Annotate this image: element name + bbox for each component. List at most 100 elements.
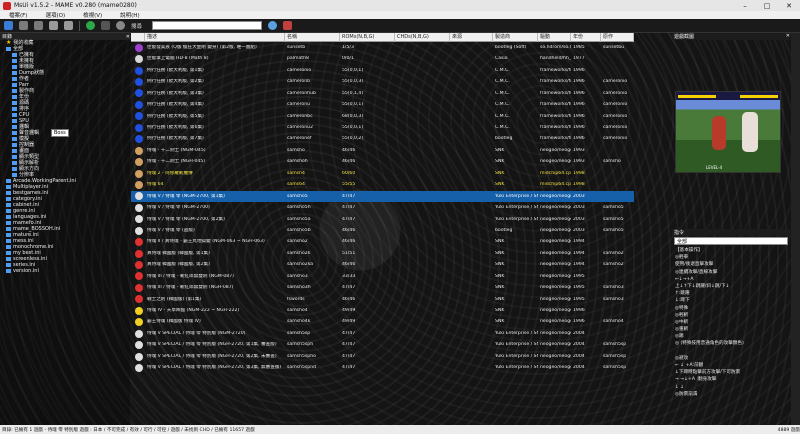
table-row[interactable]: 戰士之劍 (韓國版) (第1集) fswords 46/46 SNK neogeo/ne…	[131, 294, 634, 305]
table-row[interactable]: 侍魂 V SPECIAL / 侍魂 零 特別版 (NGM-2720) samsh5…	[131, 328, 634, 339]
table-row[interactable]: 佳能掌上電腦 HD-8 (Math 8) palmath8 0/0/1 Casio ha…	[131, 53, 634, 64]
col-parent[interactable]: 原作	[601, 33, 634, 42]
menu-view[interactable]: 檢視(V)	[74, 11, 111, 19]
col-icon[interactable]	[131, 33, 145, 42]
table-row[interactable]: 侍魂 - 十二劍士 (NGM-045) samsho 46/46 SNK neogeo/…	[131, 145, 634, 156]
folder-icon	[6, 185, 11, 189]
folder-icon	[12, 161, 17, 165]
cell-mfr: SNK	[495, 273, 505, 279]
col-roms[interactable]: ROMs(N,B,G)	[340, 33, 395, 42]
folder-icon	[6, 209, 11, 213]
search-icon[interactable]	[268, 21, 278, 30]
menu-options[interactable]: 選項(O)	[36, 11, 74, 19]
info-icon[interactable]	[101, 21, 110, 30]
menu-file[interactable]: 檔案(F)	[0, 11, 36, 19]
cell-name: palmath8	[287, 56, 309, 62]
col-driver[interactable]: 驅動	[538, 33, 571, 42]
menu-help[interactable]: 說明(H)	[111, 11, 148, 19]
table-row[interactable]: 侍魂 V SPECIAL / 侍魂 零 特別版 (NGH-2720, 第1集, …	[131, 339, 634, 350]
cell-drv: so.hdrom/so.hdrom.cpp	[540, 44, 571, 50]
col-manufacturer[interactable]: 製造商	[493, 33, 538, 42]
cell-year: 2003	[573, 216, 585, 222]
search-input[interactable]	[152, 21, 263, 30]
table-row[interactable]: 真侍魂 韓國版 (韓國版, 第2集) samsho2ka 46/46 SNK neoge…	[131, 259, 634, 270]
table-row[interactable]: 侍魂 V SPECIAL / 侍魂 零 特別版 (NGH-2720, 第2集, …	[131, 351, 634, 362]
table-row[interactable]: 侍魂 III / 侍魂 - 斬紅郎無雙劍 (NGH-087) samsho3h 47…	[131, 282, 634, 293]
command-line: ◎輕斬	[675, 312, 689, 318]
table-row[interactable]: 例行任務 (歐大利版, 第1集) cameronio 55(0,0,1) C.M.C.…	[131, 65, 634, 76]
table-row[interactable]: 侍魂 V / 侍魂 零 (盜版) samsho5b 46/46 bootleg neog…	[131, 225, 634, 236]
table-row[interactable]: 例行任務 (歐大利版, 第2集) cameronb 55(0,0,3) C.M.C. f…	[131, 76, 634, 87]
table-row[interactable]: 例行任務 (歐大利版, 第4集) cameronu 55(0,0,1) C.M.C. f…	[131, 99, 634, 110]
cell-drv: frameworks/frame.cpp	[540, 79, 571, 85]
cell-drv: neogeo/neogeo.cpp	[540, 285, 571, 291]
col-year[interactable]: 年份	[571, 33, 601, 42]
cell-drv: neogeo/neogeo.cpp	[540, 227, 571, 233]
cell-drv: frameworks/frame.cpp	[540, 136, 571, 142]
game-icon	[135, 363, 143, 372]
details-view-icon[interactable]	[64, 21, 73, 30]
large-icons-icon[interactable]	[19, 21, 28, 30]
table-row[interactable]: 侍魂 IV - 天草降臨 (NGM-222 ~ NGH-222) samsho4 4…	[131, 305, 634, 316]
cell-roms: 46/46	[342, 159, 356, 165]
folder-icon	[6, 215, 11, 219]
table-row[interactable]: 真侍魂 韓國版 (韓國版, 第1集) samsho2k 51/51 SNK neogeo…	[131, 248, 634, 259]
close-icon[interactable]: ✕	[786, 33, 790, 40]
cell-roms: 46/46	[342, 147, 356, 153]
table-row[interactable]: 例行任務 (歐大利版, 第7集) cameronef 55(0,0,2) bootle…	[131, 134, 634, 145]
cell-roms: 55(0,1,4)	[342, 90, 364, 96]
col-description[interactable]: 描述	[145, 33, 285, 42]
cell-drv: neogeo/neogeo.cpp	[540, 147, 571, 153]
close-button[interactable]: ✕	[778, 0, 800, 11]
list-view-icon[interactable]	[49, 21, 58, 30]
small-icons-icon[interactable]	[34, 21, 43, 30]
col-chds[interactable]: CHDs(N,B,G)	[395, 33, 450, 42]
table-row[interactable]: 例行任務 (歐大利版, 第5集) cameronbc 68(0,0,3) C.M.C.…	[131, 111, 634, 122]
table-row[interactable]: 侍魂 V / 侍魂 零 (NGM-2700, 第2集) samsho5a 47/47…	[131, 214, 634, 225]
table-row[interactable]: 佳能發美族 (Q版 瘋狂大金剛 變身) (第2版, 唯一圖組) sunsetb 1/…	[131, 42, 634, 53]
folder-icon	[12, 155, 17, 159]
folder-icon	[6, 251, 11, 255]
cell-mfr: Casio	[495, 56, 508, 62]
table-row[interactable]: 侍魂 64 sams64 55/55 SNK midchip64.cpp 1998	[131, 179, 634, 190]
command-line: → →↓+A :翻身攻擊	[675, 377, 717, 383]
close-icon[interactable]: ✕	[126, 34, 130, 40]
table-row[interactable]: 霸王侍魂 (韓國版 侍魂 IV) samsho4k 49/49 SNK neogeo/n…	[131, 317, 634, 328]
table-row[interactable]: 侍魂 V / 侍魂 零 (NGM-2700, 第1集) samsho5 47/47 Y…	[131, 190, 634, 203]
cell-drv: neogeo/neogeo.cpp	[540, 342, 571, 348]
table-row[interactable]: 例行任務 (歐大利版, 第3集) cameronhub 55(0,1,4) C.M.C…	[131, 88, 634, 99]
table-row[interactable]: 例行任務 (歐大利版, 第6集) cameronu2 55(0,0,1) C.M.C.…	[131, 122, 634, 133]
clear-search-icon[interactable]	[283, 21, 293, 30]
cell-desc: 侍魂 V SPECIAL / 侍魂 零 特別版 (NGH-2720, 第1集, …	[147, 342, 277, 348]
folder-list-icon[interactable]	[4, 21, 13, 30]
game-rows: 佳能發美族 (Q版 瘋狂大金剛 變身) (第2版, 唯一圖組) sunsetb 1/…	[131, 42, 634, 374]
cell-desc: 侍魂 II / 真侍魂 - 霸王丸地獄變 (NGM-063 ~ NGH-063)	[147, 239, 265, 245]
cell-mfr: SNK	[495, 159, 505, 165]
table-row[interactable]: 侍魂 V / 侍魂 零 (NGM-2700) samsho5h 47/47 Yuki …	[131, 202, 634, 213]
cell-orig: cameronio	[603, 90, 628, 96]
command-panel: 指令 全部 【基本操作】 ◎輕拳 使用/後退直擊攻擊 ◎連續攻擊/直線攻擊 ←↓→…	[672, 229, 790, 425]
command-select[interactable]: 全部	[674, 237, 788, 245]
gear-icon[interactable]	[116, 21, 125, 30]
table-row[interactable]: 侍魂 2 - 阿修羅斬魔傳 samsh4 60/60 SNK midchip64.cpp…	[131, 168, 634, 179]
minimize-button[interactable]: –	[734, 0, 756, 11]
play-icon[interactable]	[86, 21, 95, 30]
col-source[interactable]: 來源	[450, 33, 493, 42]
cell-desc: 霸王侍魂 (韓國版 侍魂 IV)	[147, 319, 201, 325]
cell-orig: samsh5sp	[603, 365, 627, 371]
game-icon	[135, 272, 143, 281]
cell-mfr: bootleg	[495, 227, 513, 233]
table-row[interactable]: 侍魂 III / 侍魂 - 斬紅郎無雙劍 (NGM-087) samsho3 33/…	[131, 271, 634, 282]
cell-name: samsh5spho	[287, 353, 316, 359]
sidebar-item[interactable]: version.ini	[6, 268, 130, 274]
col-name[interactable]: 名稱	[285, 33, 340, 42]
cell-desc: 侍魂 V / 侍魂 零 (盜版)	[147, 227, 195, 233]
table-row[interactable]: 侍魂 V SPECIAL / 侍魂 零 特別版 (NGH-2720, 第3集, …	[131, 362, 634, 373]
table-row[interactable]: 侍魂 II / 真侍魂 - 霸王丸地獄變 (NGM-063 ~ NGH-063)…	[131, 236, 634, 247]
cell-desc: 侍魂 IV - 天草降臨 (NGM-222 ~ NGH-222)	[147, 308, 240, 314]
table-row[interactable]: 侍魂 - 十二劍士 (NGH-045) samshoh 46/46 SNK neogeo…	[131, 156, 634, 167]
cell-orig: samsho2	[603, 250, 624, 256]
cell-name: samsho4	[287, 308, 308, 314]
maximize-button[interactable]: □	[756, 0, 778, 11]
right-tabs	[791, 33, 800, 425]
